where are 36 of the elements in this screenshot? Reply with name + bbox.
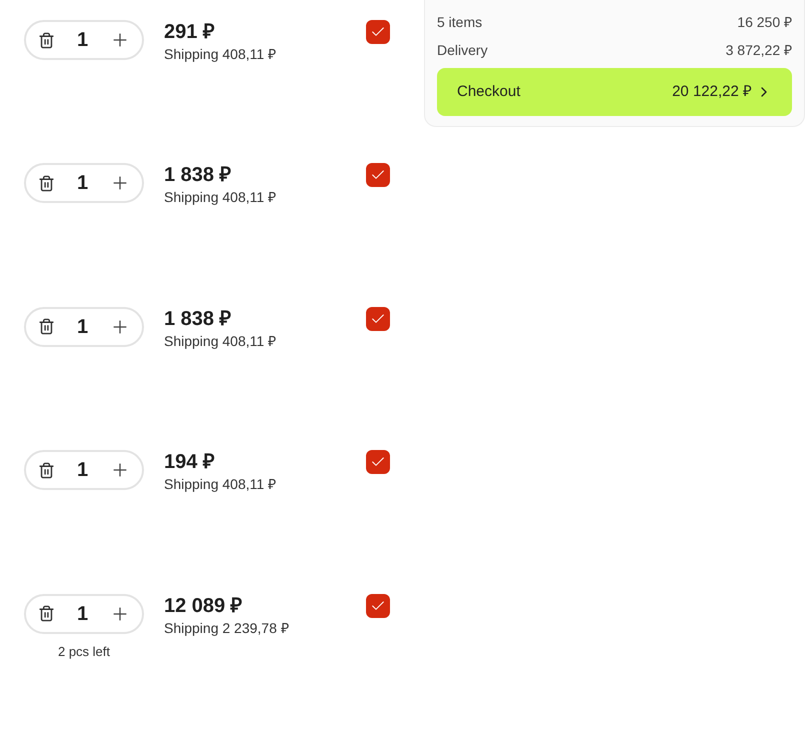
- shipping-cost: Shipping 408,11 ₽: [164, 45, 278, 64]
- item-price: 12 089 ₽: [164, 594, 244, 618]
- item-price: 194 ₽: [164, 450, 216, 474]
- trash-icon: [38, 462, 55, 479]
- shipping-cost: Shipping 408,11 ₽: [164, 475, 278, 494]
- stock-note: 2 pcs left: [58, 642, 110, 661]
- summary-value: 3 872,22 ₽: [726, 41, 792, 60]
- summary-label: Delivery: [437, 41, 488, 60]
- delete-button[interactable]: [38, 462, 55, 479]
- checkout-button[interactable]: Checkout 20 122,22 ₽: [437, 68, 792, 116]
- trash-icon: [38, 318, 55, 336]
- delete-button[interactable]: [38, 605, 55, 622]
- item-price: 1 838 ₽: [164, 163, 233, 188]
- item-price: 291 ₽: [164, 20, 216, 44]
- item-checkbox[interactable]: [366, 450, 390, 474]
- quantity-value: 1: [76, 171, 88, 196]
- quantity-value: 1: [76, 458, 88, 484]
- delete-button[interactable]: [38, 174, 55, 192]
- delete-button[interactable]: [38, 32, 55, 48]
- delete-button[interactable]: [38, 318, 55, 336]
- item-checkbox[interactable]: [366, 163, 390, 188]
- quantity-value: 1: [76, 28, 88, 53]
- trash-icon: [38, 174, 55, 192]
- item-checkbox[interactable]: [366, 306, 390, 331]
- trash-icon: [38, 32, 55, 48]
- quantity-value: 1: [76, 314, 88, 340]
- summary-value: 16 250 ₽: [737, 13, 792, 32]
- shipping-cost: Shipping 2 239,78 ₽: [164, 618, 290, 638]
- trash-icon: [38, 605, 55, 622]
- quantity-value: 1: [76, 602, 88, 627]
- shipping-cost: Shipping 408,11 ₽: [164, 332, 278, 351]
- shipping-cost: Shipping 408,11 ₽: [164, 188, 278, 208]
- summary-label: 5 items: [437, 13, 482, 32]
- item-price: 1 838 ₽: [164, 306, 233, 331]
- item-checkbox[interactable]: [366, 20, 390, 44]
- item-checkbox[interactable]: [366, 594, 390, 618]
